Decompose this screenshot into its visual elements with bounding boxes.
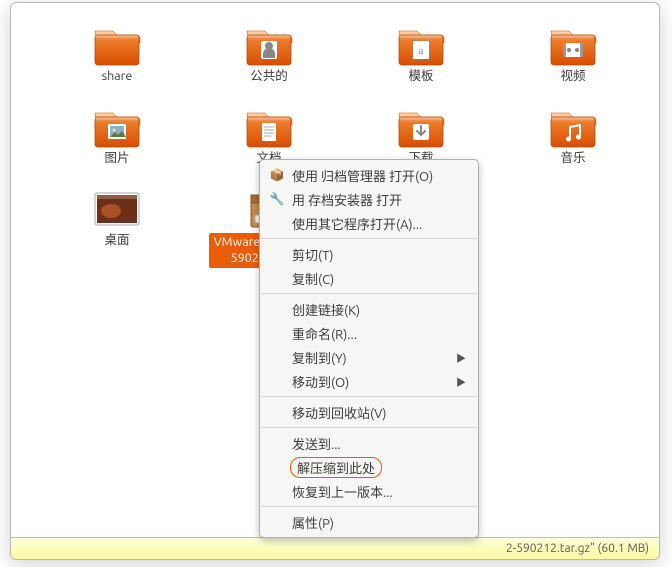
- menu-item-label: 移动到回收站(V): [292, 403, 386, 422]
- menu-item-label: 移动到(O): [292, 372, 349, 391]
- menu-item-label: 解压缩到此处: [290, 457, 382, 478]
- menu-separator: [261, 396, 477, 397]
- menu-item[interactable]: 复制(C): [260, 266, 478, 290]
- menu-item[interactable]: 解压缩到此处: [260, 455, 478, 479]
- menu-item[interactable]: 创建链接(K): [260, 297, 478, 321]
- menu-item-icon: 🔧: [268, 192, 286, 206]
- status-text: 2-590212.tar.gz" (60.1 MB): [506, 542, 649, 555]
- menu-item-label: 发送到...: [292, 434, 341, 453]
- menu-separator: [261, 427, 477, 428]
- desktop-icon-folder-video[interactable]: 视频: [497, 23, 649, 105]
- menu-item[interactable]: 🔧 用 存档安装器 打开: [260, 187, 478, 211]
- menu-item[interactable]: 重命名(R)...: [260, 321, 478, 345]
- menu-separator: [261, 506, 477, 507]
- chevron-right-icon: ▶: [456, 350, 466, 365]
- menu-item-label: 恢复到上一版本...: [292, 482, 393, 501]
- desktop-icon-folder-music[interactable]: 音乐: [497, 105, 649, 187]
- icon-label: 图片: [104, 151, 129, 165]
- menu-item[interactable]: 复制到(Y) ▶: [260, 345, 478, 369]
- desktop-icon-folder-person[interactable]: 公共的: [193, 23, 345, 105]
- menu-item[interactable]: 属性(P): [260, 510, 478, 534]
- desktop-icon-folder-plain[interactable]: share: [41, 23, 193, 105]
- menu-item[interactable]: 移动到回收站(V): [260, 400, 478, 424]
- menu-item-label: 复制(C): [292, 269, 334, 288]
- icon-label: 桌面: [104, 233, 129, 247]
- menu-item-label: 创建链接(K): [292, 300, 360, 319]
- context-menu: 📦 使用 归档管理器 打开(O) 🔧 用 存档安装器 打开使用其它程序打开(A)...…: [259, 159, 479, 538]
- menu-item-label: 使用 归档管理器 打开(O): [292, 166, 433, 185]
- menu-item-label: 用 存档安装器 打开: [292, 190, 402, 209]
- svg-text:a: a: [419, 45, 424, 57]
- menu-item[interactable]: 使用其它程序打开(A)...: [260, 211, 478, 235]
- file-manager-window: share公共的a模板视频图片文档下载音乐桌面VMwareTools-8.8 2…: [10, 2, 660, 560]
- menu-item-label: 重命名(R)...: [292, 324, 357, 343]
- menu-item-icon: 📦: [268, 168, 286, 182]
- desktop-icon-folder-pictures[interactable]: 图片: [41, 105, 193, 187]
- menu-item[interactable]: 📦 使用 归档管理器 打开(O): [260, 163, 478, 187]
- desktop-icon-desktop-thumb[interactable]: 桌面: [41, 187, 193, 269]
- menu-item[interactable]: 发送到...: [260, 431, 478, 455]
- menu-item-label: 属性(P): [292, 513, 334, 532]
- status-bar: 2-590212.tar.gz" (60.1 MB): [11, 537, 659, 559]
- menu-item-label: 复制到(Y): [292, 348, 347, 367]
- menu-separator: [261, 238, 477, 239]
- chevron-right-icon: ▶: [456, 374, 466, 389]
- icon-label: share: [102, 69, 133, 83]
- icon-label: 公共的: [250, 69, 288, 83]
- menu-item-label: 使用其它程序打开(A)...: [292, 214, 422, 233]
- menu-item[interactable]: 恢复到上一版本...: [260, 479, 478, 503]
- menu-item[interactable]: 移动到(O) ▶: [260, 369, 478, 393]
- icon-label: 模板: [408, 69, 433, 83]
- menu-item[interactable]: 剪切(T): [260, 242, 478, 266]
- icon-label: 音乐: [560, 151, 585, 165]
- menu-item-label: 剪切(T): [292, 245, 333, 264]
- menu-separator: [261, 293, 477, 294]
- desktop-icon-folder-template[interactable]: a 模板: [345, 23, 497, 105]
- icon-label: 视频: [560, 69, 585, 83]
